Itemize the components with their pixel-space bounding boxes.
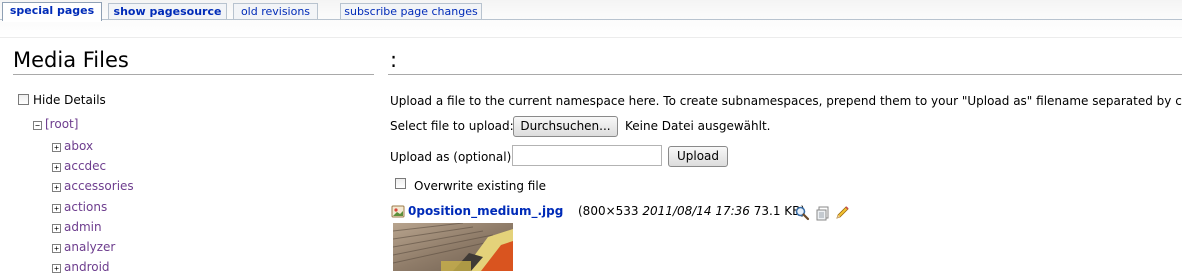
pencil-edit-icon[interactable]: [834, 205, 850, 221]
file-dimensions: (800×533: [578, 204, 643, 218]
expand-accessories-toggle[interactable]: +: [52, 183, 61, 192]
namespace-android[interactable]: android: [64, 260, 110, 274]
namespace-admin[interactable]: admin: [64, 220, 102, 234]
namespace-abox[interactable]: abox: [64, 139, 93, 153]
namespace-accdec[interactable]: accdec: [64, 159, 106, 173]
expand-abox-toggle[interactable]: +: [52, 143, 61, 152]
expand-analyzer-toggle[interactable]: +: [52, 244, 61, 253]
file-meta: (800×533 2011/08/14 17:36 73.1 KB): [578, 204, 805, 218]
expand-actions-toggle[interactable]: +: [52, 204, 61, 213]
tab-bar-baseline: [0, 19, 1182, 20]
no-file-selected-text: Keine Datei ausgewählt.: [625, 119, 771, 133]
upload-as-input[interactable]: [512, 145, 662, 166]
tab-old-revisions[interactable]: old revisions: [233, 3, 318, 19]
hide-details-label: Hide Details: [33, 93, 106, 107]
root-collapse-toggle[interactable]: −: [33, 121, 42, 130]
image-file-icon: [391, 205, 405, 218]
namespace-actions[interactable]: actions: [64, 200, 107, 214]
upload-info-text: Upload a file to the current namespace h…: [390, 94, 1182, 108]
hide-details-checkbox[interactable]: [18, 94, 29, 105]
left-title-rule: [13, 74, 374, 75]
magnifier-icon[interactable]: [794, 205, 810, 221]
expand-accdec-toggle[interactable]: +: [52, 163, 61, 172]
namespace-accessories[interactable]: accessories: [64, 179, 134, 193]
tab-show-pagesource[interactable]: show pagesource: [108, 3, 227, 19]
file-link[interactable]: 0position_medium_.jpg: [408, 204, 563, 218]
overwrite-checkbox[interactable]: [395, 178, 406, 189]
namespace-analyzer[interactable]: analyzer: [64, 240, 115, 254]
right-title-rule: [388, 74, 1182, 75]
action-tab-bar: special pages show pagesource old revisi…: [0, 0, 1182, 38]
upload-button[interactable]: Upload: [668, 146, 728, 167]
file-date: 2011/08/14 17:36: [642, 204, 750, 218]
namespace-title: :: [390, 48, 398, 72]
expand-android-toggle[interactable]: +: [52, 264, 61, 273]
select-file-label: Select file to upload:: [390, 119, 514, 133]
media-files-title: Media Files: [13, 48, 129, 72]
image-thumbnail[interactable]: [393, 223, 513, 271]
browse-file-button[interactable]: Durchsuchen...: [513, 116, 618, 137]
overwrite-label: Overwrite existing file: [414, 179, 547, 193]
tab-special-pages[interactable]: special pages: [2, 2, 102, 22]
expand-admin-toggle[interactable]: +: [52, 224, 61, 233]
media-usage-icon[interactable]: [815, 205, 831, 221]
tab-subscribe-page-changes[interactable]: subscribe page changes: [340, 3, 482, 19]
upload-as-label: Upload as (optional):: [390, 150, 516, 164]
namespace-root[interactable]: [root]: [45, 117, 78, 131]
